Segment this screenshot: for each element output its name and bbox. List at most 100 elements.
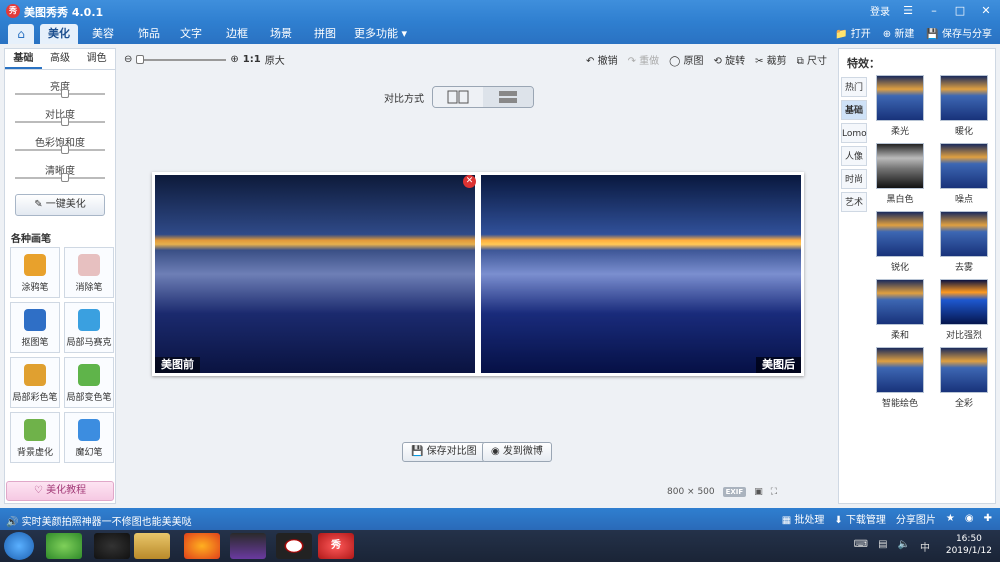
zoom-slider-knob[interactable]	[136, 54, 145, 64]
slider-knob[interactable]	[60, 173, 69, 182]
zoom-out-icon[interactable]: ⊖	[124, 54, 132, 65]
edit-toolbar: ⊖ ⊕ 1:1 原大 ↶ 撤销 ↷ 重做 ◯ 原图 ⟲ 旋转 ✂ 裁剪 ⧉ 尺寸	[120, 48, 835, 70]
effect-8[interactable]: 智能绘色	[871, 347, 929, 413]
fit-window-icon[interactable]: ▣	[754, 487, 763, 497]
zoom-slider[interactable]	[136, 54, 227, 64]
share-image-button[interactable]: 分享图片	[896, 511, 936, 526]
effect-0[interactable]: 柔光	[871, 75, 929, 141]
brush-label: 抠图笔	[21, 338, 49, 348]
effect-4[interactable]: 锐化	[871, 211, 929, 277]
firefox-icon[interactable]	[184, 533, 220, 559]
effect-category-4[interactable]: 时尚	[841, 169, 867, 189]
nav-tab-5[interactable]: 场景	[262, 24, 300, 44]
video-player-icon[interactable]	[230, 533, 266, 559]
nav-tab-3[interactable]: 文字	[172, 24, 210, 44]
slider-knob[interactable]	[60, 89, 69, 98]
brush-section-title: 各种画笔	[11, 234, 51, 245]
ime-icon[interactable]: 中	[920, 539, 930, 554]
effect-9[interactable]: 全彩	[935, 347, 993, 413]
tool-label: 尺寸	[807, 56, 827, 67]
nav-tab-0[interactable]: 美化	[40, 24, 78, 44]
batch-button[interactable]: ▦ 批处理	[782, 511, 825, 526]
save-compare-button[interactable]: 💾 保存对比图	[402, 442, 486, 462]
effect-category-1[interactable]: 基础	[841, 100, 867, 120]
close-button[interactable]: ✕	[978, 4, 994, 17]
crown-icon[interactable]: ★	[946, 513, 955, 524]
open-button[interactable]: 📁 打开	[835, 25, 871, 40]
exif-badge[interactable]: EXIF	[722, 487, 747, 497]
weibo-icon[interactable]: ◉	[965, 513, 974, 524]
menu-icon[interactable]: ☰	[900, 4, 916, 17]
slider-knob[interactable]	[60, 145, 69, 154]
effect-1[interactable]: 暖化	[935, 75, 993, 141]
download-button[interactable]: ⬇ 下载管理	[834, 511, 886, 526]
maximize-button[interactable]: □	[952, 4, 968, 17]
brush-5[interactable]: 局部变色笔	[64, 357, 114, 408]
home-icon[interactable]: ⌂	[8, 24, 34, 44]
recorder-icon[interactable]	[276, 533, 312, 559]
zoom-original[interactable]: 原大	[265, 52, 285, 67]
folder-icon[interactable]	[134, 533, 170, 559]
nav-tab-6[interactable]: 拼图	[306, 24, 344, 44]
effect-category-5[interactable]: 艺术	[841, 192, 867, 212]
meitu-taskbar-icon[interactable]: 秀	[318, 533, 354, 559]
new-button[interactable]: ⊕ 新建	[883, 25, 915, 40]
brush-3[interactable]: 局部马赛克	[64, 302, 114, 353]
brush-0[interactable]: 涂鸦笔	[10, 247, 60, 298]
slider-knob[interactable]	[60, 117, 69, 126]
effect-2[interactable]: 黑白色	[871, 143, 929, 209]
one-key-beautify-button[interactable]: ✎ 一键美化	[15, 194, 105, 216]
nav-tab-7[interactable]: 更多功能 ▾	[346, 24, 415, 44]
brush-7[interactable]: 魔幻笔	[64, 412, 114, 463]
nav-tab-2[interactable]: 饰品	[130, 24, 168, 44]
fullscreen-icon[interactable]: ⛶	[771, 487, 777, 497]
send-weibo-button[interactable]: ◉ 发到微博	[482, 442, 552, 462]
top-bottom-button[interactable]	[483, 87, 533, 107]
effect-6[interactable]: 柔和	[871, 279, 929, 345]
keyboard-icon[interactable]: ⌨	[854, 539, 868, 554]
zoom-in-icon[interactable]: ⊕	[230, 54, 238, 65]
brush-2[interactable]: 抠图笔	[10, 302, 60, 353]
tool-label: 旋转	[725, 56, 746, 67]
qq-icon[interactable]	[94, 533, 130, 559]
effect-7[interactable]: 对比强烈	[935, 279, 993, 345]
side-by-side-icon	[447, 90, 469, 104]
adjust-tab-1[interactable]: 高级	[42, 49, 79, 69]
save-share-button[interactable]: 💾 保存与分享	[926, 25, 992, 40]
tutorial-button[interactable]: ♡ 美化教程	[6, 481, 114, 501]
close-compare-icon[interactable]: ✕	[463, 175, 476, 188]
nav-tab-1[interactable]: 美容	[84, 24, 122, 44]
brush-6[interactable]: 背景虚化	[10, 412, 60, 463]
effect-thumbnail	[876, 347, 924, 393]
clock[interactable]: 16:50 2019/1/12	[946, 533, 992, 557]
brush-1[interactable]: 消除笔	[64, 247, 114, 298]
browser-360-icon[interactable]	[46, 533, 82, 559]
effect-category-2[interactable]: Lomo	[841, 123, 867, 143]
tool-2[interactable]: ◯ 原图	[669, 52, 703, 67]
brush-4[interactable]: 局部彩色笔	[10, 357, 60, 408]
status-message[interactable]: 🔊 实时美颜拍照神器一不修图也能美美哒	[6, 513, 192, 528]
effect-label: 智能绘色	[881, 399, 918, 409]
side-by-side-button[interactable]	[433, 87, 483, 107]
minimize-button[interactable]: –	[926, 4, 942, 17]
before-image: 美图前	[155, 175, 475, 373]
tool-0[interactable]: ↶ 撤销	[586, 52, 618, 67]
tool-3[interactable]: ⟲ 旋转	[714, 52, 746, 67]
effect-5[interactable]: 去雾	[935, 211, 993, 277]
effect-category-3[interactable]: 人像	[841, 146, 867, 166]
login-link[interactable]: 登录	[870, 3, 890, 18]
plus-icon[interactable]: ✚	[984, 513, 992, 524]
effect-category-0[interactable]: 热门	[841, 77, 867, 97]
adjust-tab-0[interactable]: 基础	[5, 49, 42, 69]
tool-5[interactable]: ⧉ 尺寸	[797, 52, 827, 67]
image-size: 800 × 500	[667, 487, 715, 497]
adjust-tab-2[interactable]: 调色	[78, 49, 115, 69]
volume-icon[interactable]: 🔈	[898, 539, 910, 554]
tool-4[interactable]: ✂ 裁剪	[755, 52, 787, 67]
zoom-ratio[interactable]: 1:1	[243, 54, 261, 65]
after-image[interactable]: 美图后	[481, 175, 801, 373]
network-icon[interactable]: ▤	[878, 539, 887, 554]
start-button[interactable]	[4, 532, 34, 560]
nav-tab-4[interactable]: 边框	[218, 24, 256, 44]
effect-3[interactable]: 噪点	[935, 143, 993, 209]
